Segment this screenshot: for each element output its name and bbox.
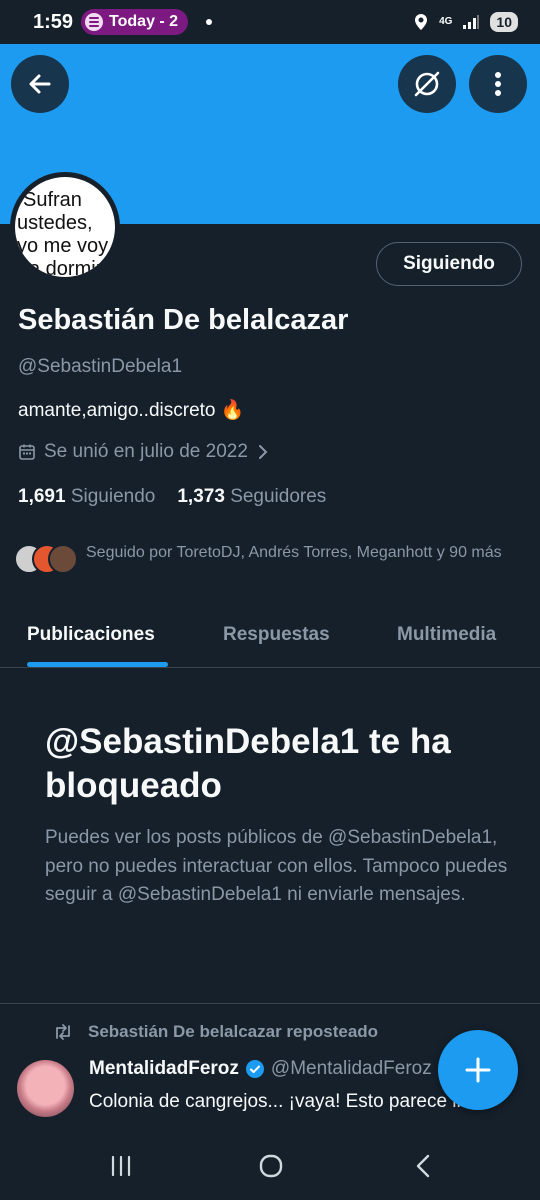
unfollow-button[interactable]: [398, 55, 456, 113]
follow-stats: 1,691 Siguiendo 1,373 Seguidores: [18, 486, 326, 508]
chevron-right-icon: [258, 445, 268, 459]
profile-tabs: Publicaciones Respuestas Multimedia: [0, 610, 540, 668]
followed-by-text: Seguido por ToretoDJ, Andrés Torres, Meg…: [86, 544, 502, 561]
signal-icon: [463, 15, 480, 29]
home-button[interactable]: [251, 1150, 291, 1182]
home-icon: [259, 1154, 283, 1178]
repost-indicator: Sebastián De belalcazar reposteado: [52, 1022, 378, 1042]
profile-avatar[interactable]: Sufran ustedes, yo me voy a dormir: [10, 172, 120, 282]
divider: [0, 1003, 540, 1004]
following-button[interactable]: Siguiendo: [376, 242, 522, 286]
following-label: Siguiendo: [70, 486, 156, 507]
notification-dot: [206, 19, 213, 25]
followed-by-avatars: [14, 540, 82, 576]
repost-label: Sebastián De belalcazar reposteado: [88, 1022, 379, 1041]
tab-multimedia[interactable]: Multimedia: [397, 624, 496, 646]
post-author-handle: @MentalidadFeroz: [270, 1058, 432, 1079]
following-count: 1,691: [18, 486, 66, 507]
system-nav-bar: [0, 1132, 540, 1200]
tab-respuestas[interactable]: Respuestas: [223, 624, 330, 646]
post-author-avatar[interactable]: [17, 1060, 74, 1117]
joined-date[interactable]: Se unió en julio de 2022: [18, 441, 270, 463]
avatar-text-line: ustedes,: [17, 212, 93, 234]
avatar-image: Sufran ustedes, yo me voy a dormir: [15, 177, 115, 277]
blocked-description: Puedes ver los posts públicos de @Sebast…: [45, 827, 508, 905]
blocked-title: @SebastinDebela1 te ha bloqueado: [45, 722, 451, 805]
followers-count: 1,373: [177, 486, 225, 507]
back-nav-icon: [416, 1154, 430, 1178]
joined-label: Se unió en julio de 2022: [44, 441, 248, 462]
plus-icon: [465, 1057, 491, 1083]
followers-stat[interactable]: 1,373 Seguidores: [177, 486, 326, 508]
compose-button[interactable]: [438, 1030, 518, 1110]
followers-label: Seguidores: [230, 486, 327, 507]
recents-icon: [111, 1155, 131, 1177]
repost-icon: [56, 1024, 70, 1040]
unfollow-icon: [414, 71, 440, 97]
verified-badge-icon: [245, 1060, 264, 1078]
following-stat[interactable]: 1,691 Siguiendo: [18, 486, 155, 508]
calendar-icon: [19, 444, 35, 460]
status-time: 1:59: [33, 10, 74, 33]
active-tab-indicator: [27, 662, 168, 667]
profile-bio: amante,amigo..discreto 🔥: [18, 400, 245, 421]
post-author-name[interactable]: MentalidadFeroz: [89, 1058, 239, 1080]
more-options-button[interactable]: [469, 55, 527, 113]
followed-by[interactable]: Seguido por ToretoDJ, Andrés Torres, Meg…: [14, 540, 534, 576]
profile-name: Sebastián De belalcazar: [18, 304, 349, 336]
avatar: [48, 544, 78, 574]
media-pill[interactable]: Today - 2: [81, 9, 189, 35]
tab-publicaciones[interactable]: Publicaciones: [27, 624, 155, 646]
more-vertical-icon: [495, 72, 501, 96]
back-button[interactable]: [11, 55, 69, 113]
battery-badge: 10: [490, 12, 518, 32]
avatar-text-line: a dormir: [29, 258, 103, 277]
back-nav-button[interactable]: [403, 1150, 443, 1182]
avatar-text-line: Sufran: [23, 189, 82, 211]
post-header: MentalidadFeroz @MentalidadFeroz: [89, 1058, 439, 1080]
back-arrow-icon: [29, 74, 51, 94]
network-type: 4G: [439, 16, 453, 27]
recents-button[interactable]: [101, 1150, 141, 1182]
spotify-icon: [85, 13, 104, 31]
profile-handle: @SebastinDebela1: [18, 356, 183, 377]
media-pill-label: Today - 2: [109, 13, 179, 30]
status-bar: 1:59 Today - 2 4G 10: [0, 0, 540, 44]
location-icon: [415, 14, 428, 30]
avatar-text-line: yo me voy: [17, 235, 109, 257]
